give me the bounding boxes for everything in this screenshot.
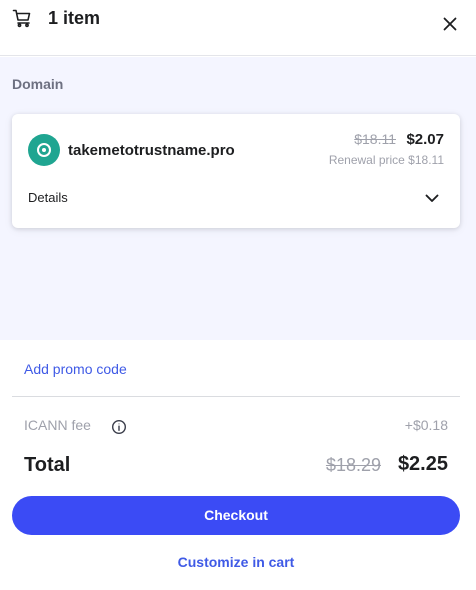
section-label-domain: Domain: [12, 76, 64, 92]
cart-icon: [12, 8, 32, 28]
customize-in-cart-link[interactable]: Customize in cart: [0, 554, 472, 570]
total-label: Total: [24, 454, 71, 476]
domain-target-icon: [28, 134, 60, 166]
info-icon[interactable]: [111, 419, 127, 435]
cart-header: 1 item: [0, 0, 476, 56]
close-icon[interactable]: [438, 12, 462, 36]
domain-card: takemetotrustname.pro $18.11 $2.07 Renew…: [12, 114, 460, 228]
domain-price: $18.11 $2.07: [354, 131, 444, 149]
chevron-down-icon[interactable]: [422, 188, 442, 208]
icann-fee-value: +$0.18: [404, 417, 448, 433]
domain-name: takemetotrustname.pro: [68, 142, 235, 159]
total-new-price: $2.25: [397, 453, 448, 475]
divider: [12, 396, 460, 397]
checkout-button[interactable]: Checkout: [12, 496, 460, 535]
cart-items-panel: Domain takemetotrustname.pro $18.11 $2.0…: [0, 57, 476, 340]
details-label[interactable]: Details: [28, 190, 68, 205]
domain-old-price: $18.11: [354, 131, 396, 147]
renewal-price: Renewal price $18.11: [328, 153, 444, 167]
cart-title: 1 item: [48, 8, 101, 28]
icann-fee-label: ICANN fee: [24, 417, 91, 433]
domain-new-price: $2.07: [406, 131, 444, 148]
total-old-price: $18.29: [325, 455, 381, 475]
add-promo-code-link[interactable]: Add promo code: [24, 361, 127, 377]
